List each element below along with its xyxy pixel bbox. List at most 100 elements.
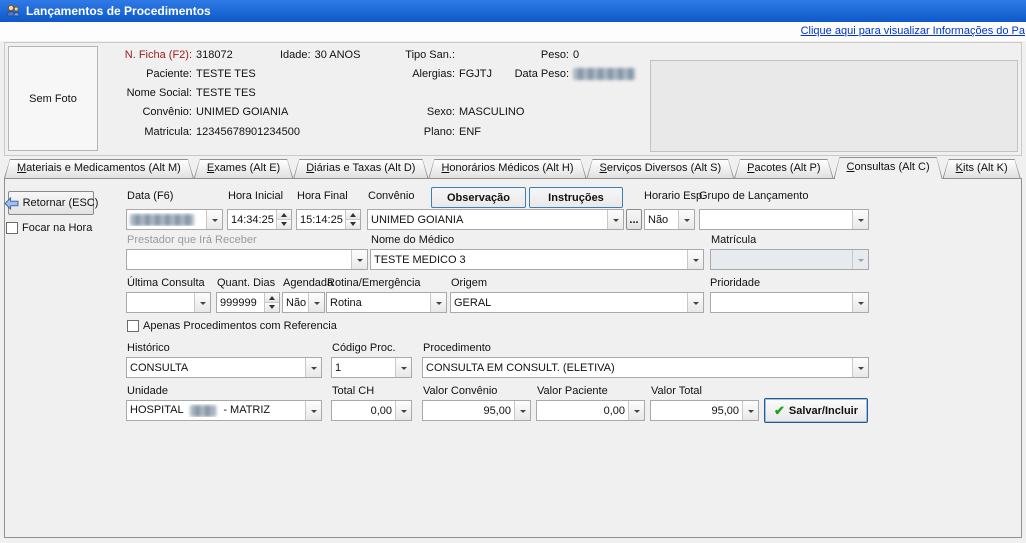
hora-inicial-spinner[interactable]: 14:34:25: [227, 209, 292, 230]
chevron-down-icon[interactable]: [687, 293, 703, 312]
window-icon: [6, 4, 20, 18]
procedimento-label: Procedimento: [423, 342, 491, 354]
horario-esp-label: Horario Esp.: [644, 190, 705, 202]
patient-info-link[interactable]: Clique aqui para visualizar Informações …: [801, 25, 1025, 37]
patient-idade-row: Idade: 30 ANOS: [280, 49, 360, 61]
idade-label: Idade:: [280, 49, 311, 61]
valor-paciente-select[interactable]: 0,00: [536, 400, 645, 421]
chevron-down-icon[interactable]: [430, 293, 446, 312]
rotina-emergencia-select[interactable]: Rotina: [326, 292, 447, 313]
convenio-select[interactable]: UNIMED GOIANIA: [367, 209, 624, 230]
apenas-procedimentos-checkbox[interactable]: Apenas Procedimentos com Referencia: [127, 320, 337, 332]
tab-consultas[interactable]: Consultas (Alt C): [834, 157, 943, 179]
link-strip: Clique aqui para visualizar Informações …: [0, 22, 1026, 41]
quant-dias-spinner[interactable]: 999999: [216, 292, 280, 313]
quant-dias-value: 999999: [217, 293, 264, 312]
valor-paciente-label: Valor Paciente: [537, 385, 608, 397]
chevron-down-icon[interactable]: [687, 250, 703, 269]
more-options-button[interactable]: ...: [626, 209, 642, 230]
photo-placeholder-label: Sem Foto: [29, 93, 77, 105]
spin-up-icon[interactable]: [277, 210, 291, 219]
observacao-button[interactable]: Observação: [431, 187, 526, 208]
tab-servicos-diversos[interactable]: Serviços Diversos (Alt S): [586, 159, 734, 178]
patient-paciente-row: Paciente: TESTE TES: [100, 68, 256, 80]
patient-ficha-row: N. Ficha (F2): 318072: [100, 49, 233, 61]
origem-value: GERAL: [451, 297, 687, 309]
procedimento-select[interactable]: CONSULTA EM CONSULT. (ELETIVA): [422, 357, 869, 378]
retornar-button-label: Retornar (ESC): [23, 197, 99, 209]
spin-down-icon[interactable]: [277, 219, 291, 229]
chevron-down-icon[interactable]: [395, 358, 411, 377]
tab-pacotes[interactable]: Pacotes (Alt P): [734, 159, 833, 178]
back-arrow-icon: [4, 197, 19, 210]
ultima-consulta-select[interactable]: [126, 292, 211, 313]
tab-bar: Materiais e Medicamentos (Alt M) Exames …: [4, 157, 1021, 179]
salvar-incluir-label: Salvar/Incluir: [789, 405, 858, 417]
instrucoes-button[interactable]: Instruções: [529, 187, 623, 208]
valor-total-label: Valor Total: [651, 385, 702, 397]
salvar-incluir-button[interactable]: ✔ Salvar/Incluir: [764, 398, 868, 423]
valor-total-select[interactable]: 95,00: [650, 400, 759, 421]
peso-label: Peso:: [503, 49, 569, 61]
chevron-down-icon[interactable]: [305, 401, 321, 420]
ficha-label: N. Ficha (F2):: [100, 49, 192, 61]
tab-diarias-e-taxas[interactable]: Diárias e Taxas (Alt D): [293, 159, 428, 178]
nome-medico-label: Nome do Médico: [371, 234, 454, 246]
origem-label: Origem: [451, 277, 487, 289]
spin-down-icon[interactable]: [346, 219, 360, 229]
tab-exames[interactable]: Exames (Alt E): [194, 159, 293, 178]
nome-social-label: Nome Social:: [100, 87, 192, 99]
matricula-select: [710, 249, 869, 270]
spin-down-icon[interactable]: [265, 302, 279, 312]
focar-na-hora-checkbox[interactable]: Focar na Hora: [6, 222, 92, 234]
patient-sexo-row: Sexo: MASCULINO: [393, 106, 524, 118]
historico-select[interactable]: CONSULTA: [126, 357, 322, 378]
spin-up-icon[interactable]: [346, 210, 360, 219]
nome-social-value: TESTE TES: [196, 87, 256, 99]
origem-select[interactable]: GERAL: [450, 292, 704, 313]
chevron-down-icon[interactable]: [395, 401, 411, 420]
data-label: Data (F6): [127, 190, 173, 202]
agendada-value: Não: [283, 297, 308, 309]
tab-kits[interactable]: Kits (Alt K): [943, 159, 1021, 178]
chevron-down-icon[interactable]: [607, 210, 623, 229]
ultima-consulta-label: Última Consulta: [127, 277, 205, 289]
chevron-down-icon[interactable]: [305, 358, 321, 377]
tab-honorarios-medicos[interactable]: Honorários Médicos (Alt H): [428, 159, 586, 178]
redacted-data-peso-value: [573, 68, 635, 80]
retornar-button[interactable]: Retornar (ESC): [8, 191, 94, 215]
spin-up-icon[interactable]: [265, 293, 279, 302]
chevron-down-icon[interactable]: [852, 210, 868, 229]
data-select[interactable]: [126, 209, 223, 230]
hora-final-spinner[interactable]: 15:14:25: [296, 209, 361, 230]
chevron-down-icon[interactable]: [678, 210, 694, 229]
paciente-label: Paciente:: [100, 68, 192, 80]
chevron-down-icon[interactable]: [852, 358, 868, 377]
hora-final-label: Hora Final: [297, 190, 348, 202]
nome-medico-select[interactable]: TESTE MEDICO 3: [370, 249, 704, 270]
chevron-down-icon[interactable]: [194, 293, 210, 312]
chevron-down-icon[interactable]: [308, 293, 324, 312]
total-ch-select[interactable]: 0,00: [331, 400, 412, 421]
tab-materiais-e-medicamentos[interactable]: Materiais e Medicamentos (Alt M): [4, 159, 194, 178]
codigo-proc-select[interactable]: 1: [331, 357, 412, 378]
chevron-down-icon[interactable]: [351, 250, 367, 269]
patient-tipo-san-row: Tipo San.:: [393, 49, 459, 61]
patient-peso-row: Peso: 0: [503, 49, 579, 61]
grupo-lancamento-label: Grupo de Lançamento: [699, 190, 808, 202]
agendada-select[interactable]: Não: [282, 292, 325, 313]
horario-esp-select[interactable]: Não: [644, 209, 695, 230]
prestador-select[interactable]: [126, 249, 368, 270]
chevron-down-icon[interactable]: [206, 210, 222, 229]
grupo-lancamento-select[interactable]: [699, 209, 869, 230]
valor-convenio-select[interactable]: 95,00: [422, 400, 531, 421]
peso-value: 0: [573, 49, 579, 61]
chevron-down-icon[interactable]: [628, 401, 644, 420]
chevron-down-icon[interactable]: [742, 401, 758, 420]
unidade-select[interactable]: HOSPITAL - MATRIZ: [126, 400, 322, 421]
patient-nome-social-row: Nome Social: TESTE TES: [100, 87, 256, 99]
prioridade-select[interactable]: [710, 292, 869, 313]
chevron-down-icon[interactable]: [514, 401, 530, 420]
chevron-down-icon[interactable]: [852, 293, 868, 312]
patient-alergias-row: Alergias: FGJTJ: [393, 68, 492, 80]
